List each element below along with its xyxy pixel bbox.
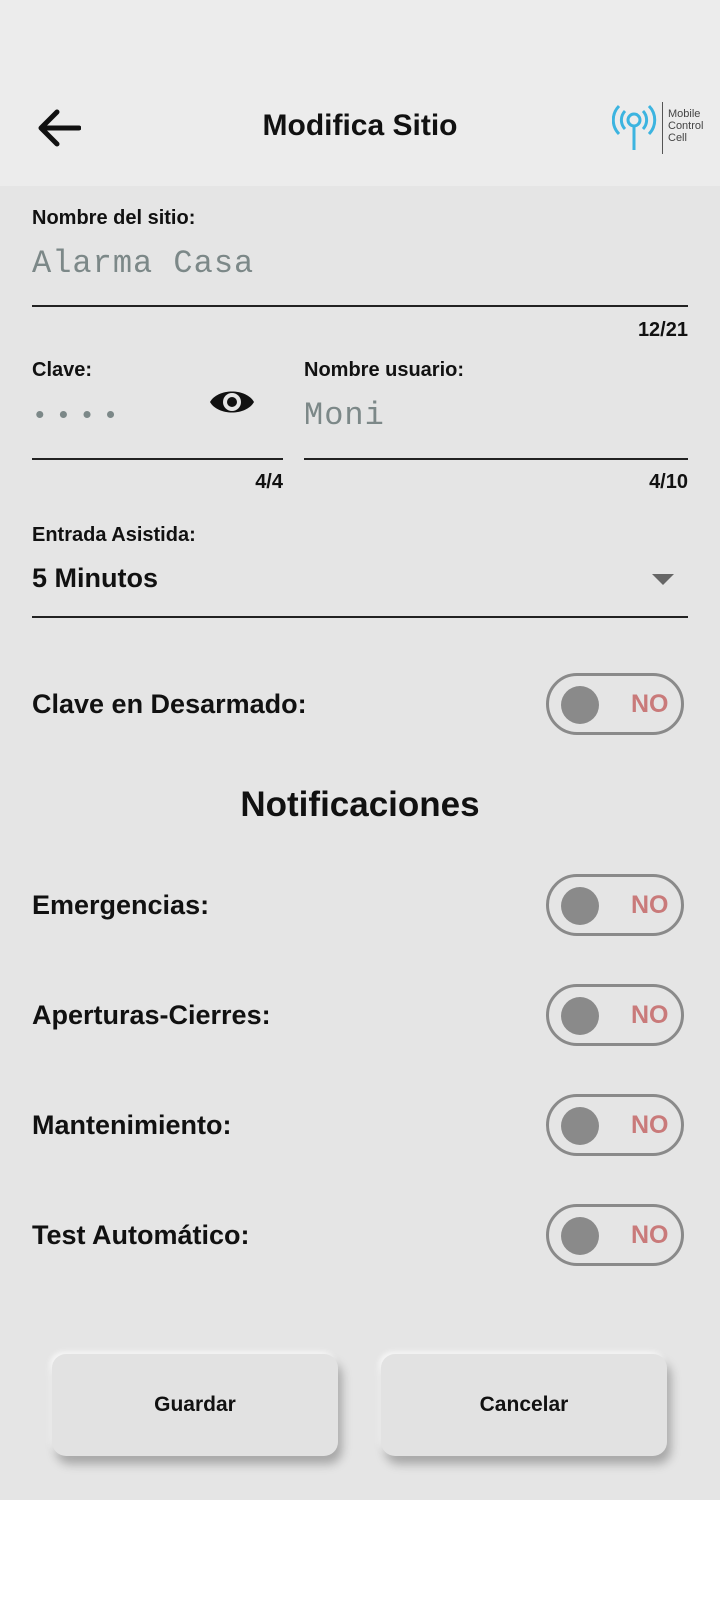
password-label: Clave: — [32, 359, 93, 381]
maintenance-label: Mantenimiento: — [32, 1110, 232, 1140]
dropdown-arrow-icon — [652, 574, 674, 585]
username-underline — [304, 458, 688, 460]
openings-closings-toggle[interactable]: NO — [546, 984, 684, 1046]
assisted-entry-value: 5 Minutos — [32, 563, 158, 593]
disarm-key-label: Clave en Desarmado: — [32, 689, 307, 719]
password-underline — [32, 458, 283, 460]
site-name-input[interactable]: Alarma Casa — [32, 245, 254, 283]
app-header: Modifica Sitio Mobile Control Cell — [0, 0, 720, 186]
toggle-knob — [561, 1107, 599, 1145]
logo-line: Cell — [668, 132, 687, 144]
toggle-state: NO — [631, 1111, 669, 1139]
cancel-button[interactable]: Cancelar — [381, 1354, 667, 1456]
emergencies-toggle[interactable]: NO — [546, 874, 684, 936]
site-name-counter: 12/21 — [637, 319, 688, 341]
emergencies-label: Emergencias: — [32, 890, 210, 920]
app-logo: Mobile Control Cell — [611, 102, 712, 154]
logo-line: Mobile — [668, 108, 701, 120]
toggle-state: NO — [631, 891, 669, 919]
auto-test-label: Test Automático: — [32, 1220, 250, 1250]
toggle-knob — [561, 997, 599, 1035]
notifications-title: Notificaciones — [240, 785, 480, 824]
disarm-key-toggle[interactable]: NO — [546, 673, 684, 735]
password-counter: 4/4 — [255, 471, 283, 493]
site-name-underline — [32, 305, 688, 307]
username-label: Nombre usuario: — [304, 359, 465, 381]
site-name-label: Nombre del sitio: — [32, 207, 196, 229]
toggle-state: NO — [631, 1221, 669, 1249]
logo-line: Control — [668, 120, 704, 132]
logo-text: Mobile Control Cell — [668, 108, 703, 144]
auto-test-toggle[interactable]: NO — [546, 1204, 684, 1266]
save-button[interactable]: Guardar — [52, 1354, 338, 1456]
toggle-knob — [561, 1217, 599, 1255]
assisted-entry-underline — [32, 616, 688, 618]
form-container — [0, 186, 720, 1500]
antenna-icon — [611, 104, 657, 150]
openings-closings-label: Aperturas-Cierres: — [32, 1000, 271, 1030]
username-input[interactable]: Moni — [304, 397, 385, 435]
password-input[interactable]: •••• — [32, 401, 126, 431]
maintenance-toggle[interactable]: NO — [546, 1094, 684, 1156]
username-counter: 4/10 — [649, 471, 688, 493]
logo-divider — [662, 102, 663, 154]
toggle-knob — [561, 887, 599, 925]
toggle-state: NO — [631, 1001, 669, 1029]
toggle-state: NO — [631, 690, 669, 718]
toggle-knob — [561, 686, 599, 724]
eye-icon[interactable] — [208, 378, 256, 426]
